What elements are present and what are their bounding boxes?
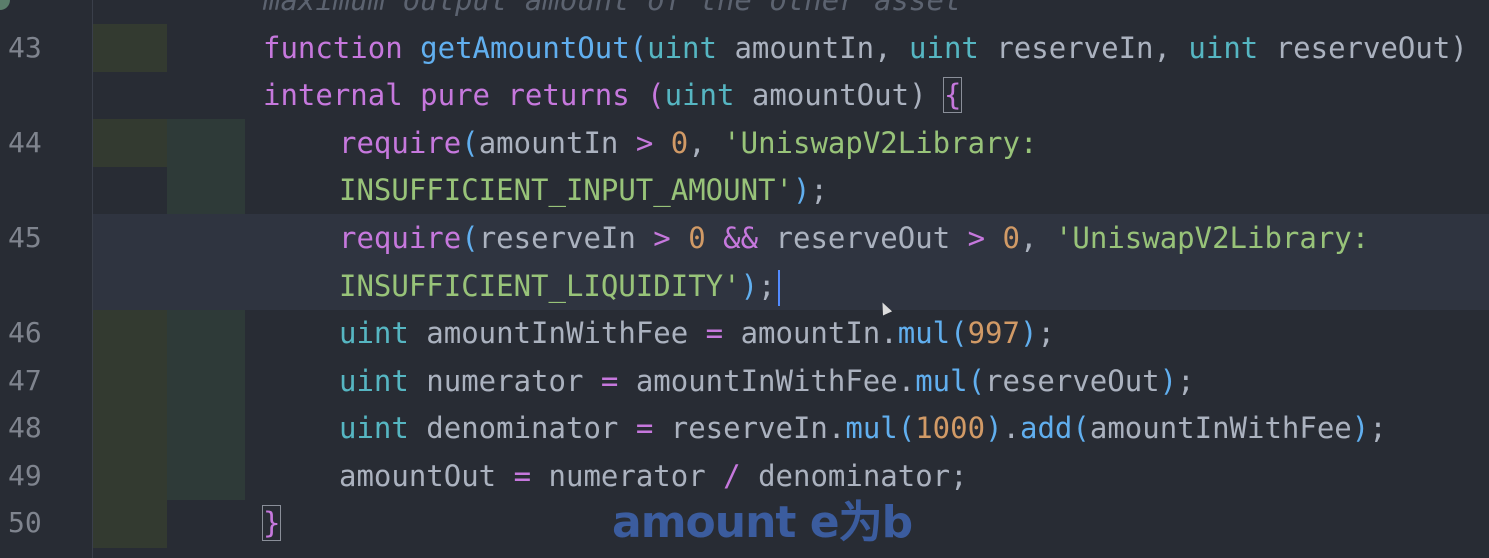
paren: ( bbox=[950, 316, 968, 350]
text-cursor bbox=[777, 270, 780, 306]
identifier: reserveIn bbox=[478, 221, 654, 255]
line-number-gutter: 43 44 45 46 47 48 49 50 bbox=[0, 0, 93, 558]
method: mul bbox=[915, 364, 968, 398]
type: uint bbox=[339, 411, 409, 445]
identifier: denominator bbox=[408, 411, 636, 445]
param: amountOut) bbox=[734, 78, 944, 112]
number: 0 bbox=[670, 126, 689, 160]
number: 1000 bbox=[915, 411, 986, 445]
identifier: reserveOut bbox=[758, 221, 968, 255]
string: INSUFFICIENT_LIQUIDITY' bbox=[339, 269, 741, 303]
subtitle-overlay: amount e为b bbox=[612, 497, 913, 548]
punct: ; bbox=[1037, 316, 1055, 350]
paren: ( bbox=[897, 411, 916, 445]
paren: ( bbox=[967, 364, 986, 398]
code-line-46[interactable]: uint amountInWithFee = amountIn.mul(997)… bbox=[93, 309, 1489, 357]
paren: ) bbox=[985, 411, 1003, 445]
code-line-44-wrap[interactable]: INSUFFICIENT_INPUT_AMOUNT'); bbox=[93, 166, 1489, 214]
type: uint bbox=[647, 31, 717, 65]
line-number: 48 bbox=[8, 411, 42, 444]
function-call: require bbox=[339, 126, 462, 160]
code-line-45[interactable]: require(reserveIn > 0 && reserveOut > 0,… bbox=[93, 214, 1489, 262]
method: mul bbox=[845, 411, 898, 445]
string: INSUFFICIENT_INPUT_AMOUNT' bbox=[339, 173, 793, 207]
identifier: reserveOut bbox=[985, 364, 1160, 398]
operator: = bbox=[635, 411, 654, 445]
keyword: pure bbox=[420, 78, 490, 112]
code-line-48[interactable]: uint denominator = reserveIn.mul(1000).a… bbox=[93, 404, 1489, 452]
line-number: 47 bbox=[8, 364, 42, 397]
param: reserveOut) bbox=[1258, 31, 1468, 65]
keyword: internal bbox=[263, 78, 403, 112]
operator: && bbox=[723, 221, 759, 255]
param: amountIn, bbox=[716, 31, 910, 65]
number: 997 bbox=[967, 316, 1020, 350]
type: uint bbox=[1188, 31, 1259, 65]
paren: ( bbox=[647, 78, 665, 112]
type: uint bbox=[664, 78, 735, 112]
type: uint bbox=[909, 31, 979, 65]
line-number: 44 bbox=[8, 126, 42, 159]
string: 'UniswapV2Library: bbox=[1054, 221, 1370, 255]
identifier: reserveIn. bbox=[653, 411, 846, 445]
operator: = bbox=[513, 459, 532, 493]
function-name: getAmountOut bbox=[420, 31, 630, 65]
fold-indicator-icon[interactable] bbox=[0, 0, 10, 10]
punct: ; bbox=[1177, 364, 1195, 398]
method: mul bbox=[897, 316, 951, 350]
identifier: amountInWithFee. bbox=[618, 364, 916, 398]
paren: ( bbox=[629, 31, 648, 65]
code-line-43[interactable]: function getAmountOut(uint amountIn, uin… bbox=[93, 24, 1489, 72]
function-call: require bbox=[339, 221, 462, 255]
operator: > bbox=[653, 221, 671, 255]
line-number: 50 bbox=[8, 506, 42, 539]
line-number: 46 bbox=[8, 316, 42, 349]
param: reserveIn, bbox=[978, 31, 1189, 65]
string: 'UniswapV2Library: bbox=[723, 126, 1038, 160]
punct: , bbox=[688, 126, 724, 160]
code-comment: maximum output amount of the other asset bbox=[263, 0, 962, 17]
paren: ( bbox=[461, 126, 479, 160]
type: uint bbox=[339, 316, 409, 350]
number: 0 bbox=[688, 221, 706, 255]
punct: ; bbox=[758, 269, 776, 303]
paren: ( bbox=[1072, 411, 1090, 445]
code-editor[interactable]: 43 44 45 46 47 48 49 50 maximum output a… bbox=[0, 0, 1489, 558]
line-number: 43 bbox=[8, 31, 42, 64]
code-line-47[interactable]: uint numerator = amountInWithFee.mul(res… bbox=[93, 357, 1489, 405]
identifier: amountOut bbox=[339, 459, 514, 493]
matching-brace: { bbox=[942, 77, 963, 113]
keyword: function bbox=[263, 31, 403, 65]
keyword: returns bbox=[507, 78, 630, 112]
paren: ) bbox=[1159, 364, 1178, 398]
identifier: amountIn bbox=[478, 126, 636, 160]
line-number: 49 bbox=[8, 459, 42, 492]
matching-brace: } bbox=[261, 505, 282, 541]
type: uint bbox=[339, 364, 409, 398]
punct: , bbox=[1020, 221, 1055, 255]
operator: > bbox=[635, 126, 654, 160]
identifier: amountIn. bbox=[723, 316, 898, 350]
identifier: amountInWithFee bbox=[1089, 411, 1352, 445]
identifier: numerator bbox=[408, 364, 601, 398]
paren: ( bbox=[461, 221, 479, 255]
code-line-43-wrap[interactable]: internal pure returns (uint amountOut) { bbox=[93, 71, 1489, 119]
paren: ) bbox=[740, 269, 759, 303]
paren: ) bbox=[792, 173, 811, 207]
punct: ; bbox=[1369, 411, 1387, 445]
code-line-45-wrap[interactable]: INSUFFICIENT_LIQUIDITY'); bbox=[93, 262, 1489, 310]
paren: ) bbox=[1351, 411, 1370, 445]
number: 0 bbox=[1002, 221, 1021, 255]
punct: ; bbox=[810, 173, 828, 207]
line-number: 45 bbox=[8, 221, 42, 254]
operator: = bbox=[705, 316, 724, 350]
operator: > bbox=[967, 221, 986, 255]
paren: ) bbox=[1019, 316, 1038, 350]
code-line[interactable]: maximum output amount of the other asset bbox=[93, 0, 1489, 24]
method: add bbox=[1020, 411, 1073, 445]
identifier: amountInWithFee bbox=[408, 316, 706, 350]
operator: = bbox=[600, 364, 619, 398]
punct: . bbox=[1002, 411, 1020, 445]
code-line-44[interactable]: require(amountIn > 0, 'UniswapV2Library: bbox=[93, 119, 1489, 167]
